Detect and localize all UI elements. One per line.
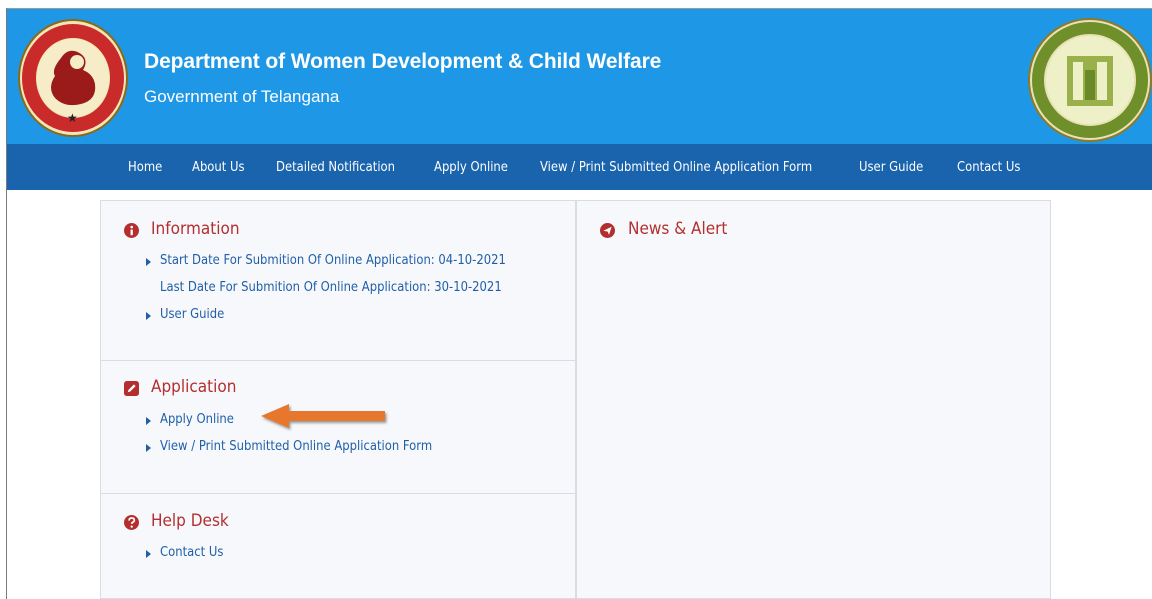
department-logo: ★ [18, 19, 128, 137]
left-panel: Information Start Date For Submition Of … [100, 200, 576, 599]
news-title: News & Alert [628, 219, 728, 239]
pointer-arrow-icon [261, 404, 385, 428]
view-print-form-link[interactable]: View / Print Submitted Online Applicatio… [160, 438, 432, 454]
news-panel: News & Alert [576, 200, 1051, 599]
main-nav: Home About Us Detailed Notification Appl… [7, 144, 1152, 190]
site-header: ★ Department of Women Development & Chil… [7, 9, 1152, 144]
last-date-link[interactable]: Last Date For Submition Of Online Applic… [160, 279, 502, 295]
nav-contact-us[interactable]: Contact Us [957, 144, 1020, 190]
site-title: Department of Women Development & Child … [144, 50, 662, 73]
telangana-emblem [1028, 18, 1152, 142]
question-circle-icon [124, 515, 139, 530]
site-subtitle: Government of Telangana [144, 87, 340, 106]
nav-user-guide[interactable]: User Guide [859, 144, 923, 190]
window-border-left [6, 8, 7, 599]
user-guide-link[interactable]: User Guide [160, 306, 224, 322]
edit-icon [124, 381, 139, 396]
helpdesk-title: Help Desk [151, 511, 229, 531]
bullet-icon [146, 312, 151, 320]
section-divider [101, 360, 575, 361]
send-icon [600, 223, 615, 238]
bullet-icon [146, 258, 151, 266]
nav-about-us[interactable]: About Us [192, 144, 245, 190]
start-date-link[interactable]: Start Date For Submition Of Online Appli… [160, 252, 506, 268]
apply-online-link[interactable]: Apply Online [160, 411, 234, 427]
nav-view-print-form[interactable]: View / Print Submitted Online Applicatio… [540, 144, 812, 190]
contact-us-link[interactable]: Contact Us [160, 544, 223, 560]
nav-detailed-notification[interactable]: Detailed Notification [276, 144, 395, 190]
svg-text:★: ★ [67, 111, 78, 125]
bullet-icon [146, 417, 151, 425]
bullet-icon [146, 550, 151, 558]
section-divider [101, 493, 575, 494]
application-title: Application [151, 377, 237, 397]
information-title: Information [151, 219, 240, 239]
bullet-icon [146, 444, 151, 452]
nav-home[interactable]: Home [128, 144, 162, 190]
nav-apply-online[interactable]: Apply Online [434, 144, 508, 190]
info-circle-icon [124, 223, 139, 238]
